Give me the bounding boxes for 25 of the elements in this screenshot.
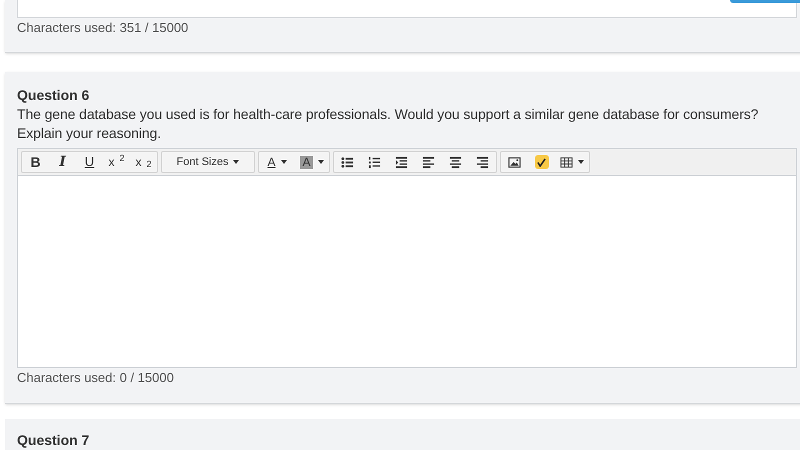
table-icon	[560, 156, 573, 168]
question-title: Question 7	[17, 431, 90, 449]
image-icon	[508, 156, 521, 168]
bold-button[interactable]: B	[22, 152, 49, 172]
highlight-color-button[interactable]: A	[295, 152, 329, 172]
caret-icon	[233, 160, 240, 164]
numbered-list-icon	[368, 156, 381, 168]
character-counter: Characters used: 0 / 15000	[17, 369, 174, 387]
font-size-select[interactable]: Font Sizes	[162, 152, 254, 172]
question-title: Question 6	[17, 86, 90, 104]
underline-button[interactable]: U	[76, 152, 103, 172]
align-left-icon	[422, 156, 435, 168]
subscript-button[interactable]: x$_{2}$	[130, 152, 157, 172]
caret-icon	[578, 160, 584, 164]
question-prompt: The gene database you used is for health-care professionals. Would you support a similar gene database for consumers? Explain your reasoning.	[17, 105, 760, 143]
bullet-list-icon	[341, 156, 354, 168]
superscript-button[interactable]: x$^{2}$	[103, 152, 130, 172]
italic-button[interactable]: I	[49, 152, 76, 172]
caret-icon	[318, 160, 324, 164]
text-color-button[interactable]: A	[259, 152, 295, 172]
align-center-icon	[449, 156, 462, 168]
align-right-icon	[476, 156, 489, 168]
character-counter: Characters used: 351 / 15000	[17, 19, 188, 37]
caret-icon	[280, 160, 286, 164]
indent-icon	[395, 156, 408, 168]
